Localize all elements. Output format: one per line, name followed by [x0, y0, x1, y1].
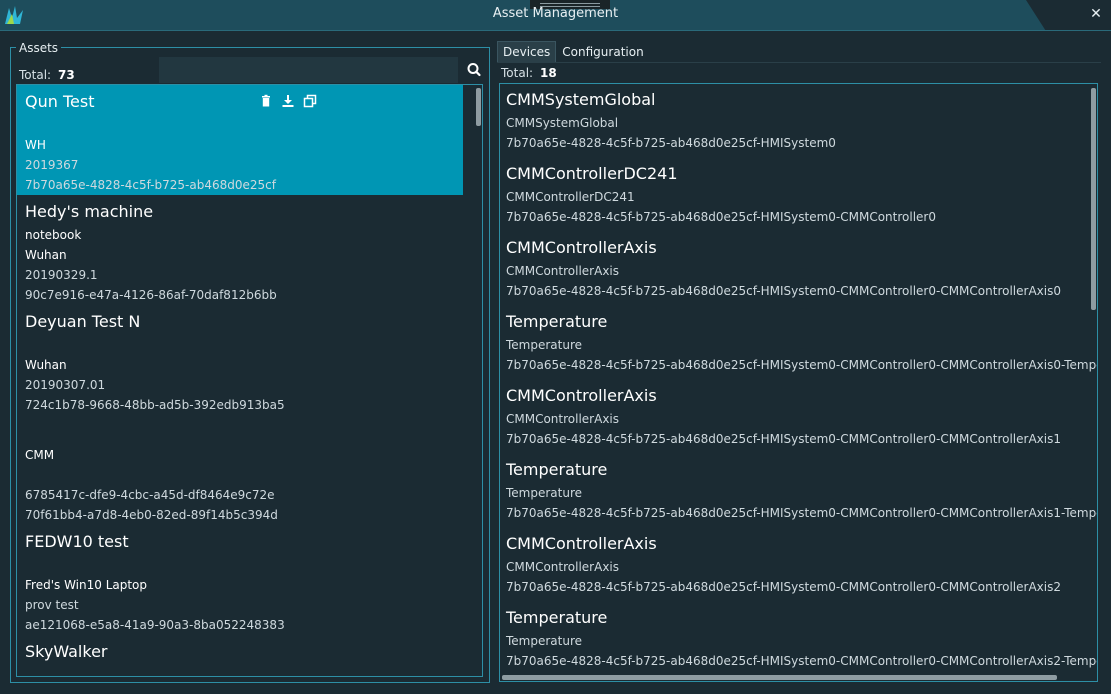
asset-item-cmm[interactable]: CMM 6785417c-dfe9-4cbc-a45d-df8464e9c72e… [17, 415, 482, 525]
device-type: Temperature [506, 338, 583, 352]
device-id: 7b70a65e-4828-4c5f-b725-ab468d0e25cf-HMI… [506, 136, 836, 150]
device-list[interactable]: CMMSystemGlobal CMMSystemGlobal 7b70a65e… [499, 83, 1098, 682]
asset-detail: 20190307.01 [25, 378, 106, 392]
download-icon [282, 95, 294, 107]
tab-bar: Devices Configuration [497, 41, 650, 63]
asset-detail [25, 335, 474, 355]
device-type: CMMControllerAxis [506, 264, 620, 278]
asset-item-deyuan-test-n[interactable]: Deyuan Test N Wuhan 20190307.01 724c1b78… [17, 305, 482, 415]
assets-total-label: Total: [19, 68, 52, 82]
device-item[interactable]: CMMControllerDC241 CMMControllerDC241 7b… [500, 158, 1097, 232]
asset-detail: 2019367 [25, 158, 79, 172]
asset-detail: Wuhan [25, 358, 67, 372]
asset-list[interactable]: Qun Test WH 2019367 7b70a65e-4828-4c5f-b… [16, 84, 483, 677]
device-item[interactable]: Temperature Temperature 7b70a65e-4828-4c… [500, 454, 1097, 528]
asset-item-qun-test[interactable]: Qun Test WH 2019367 7b70a65e-4828-4c5f-b… [17, 85, 463, 195]
device-item[interactable]: CMMControllerAxis CMMControllerAxis 7b70… [500, 528, 1097, 602]
device-name: CMMControllerDC241 [506, 164, 678, 183]
asset-name: Deyuan Test N [25, 312, 141, 331]
window-title: Asset Management [492, 6, 619, 21]
asset-name: FEDW10 test [25, 532, 129, 551]
asset-actions [259, 93, 317, 108]
device-type: Temperature [506, 634, 583, 648]
search-button[interactable] [460, 57, 488, 83]
device-list-vertical-scrollbar[interactable] [1091, 88, 1096, 310]
device-item[interactable]: CMMControllerAxis CMMControllerAxis 7b70… [500, 380, 1097, 454]
asset-detail: Fred's Win10 Laptop [25, 578, 148, 592]
device-id: 7b70a65e-4828-4c5f-b725-ab468d0e25cf-HMI… [506, 580, 1061, 594]
device-item[interactable]: CMMSystemGlobal CMMSystemGlobal 7b70a65e… [500, 84, 1097, 158]
assets-legend: Assets [16, 41, 62, 55]
tab-configuration[interactable]: Configuration [556, 41, 649, 63]
asset-detail: 724c1b78-9668-48bb-ad5b-392edb913ba5 [25, 398, 285, 412]
trash-icon [262, 94, 270, 107]
search-icon [467, 63, 481, 77]
search-input[interactable] [159, 57, 458, 83]
asset-detail: 20190329.1 [25, 268, 98, 282]
device-name: CMMControllerAxis [506, 386, 657, 405]
title-bar: Asset Management ✕ [0, 0, 1111, 31]
device-name: Temperature [506, 608, 608, 627]
asset-detail: 90c7e916-e47a-4126-86af-70daf812b6bb [25, 288, 277, 302]
download-button[interactable] [281, 93, 295, 107]
device-id: 7b70a65e-4828-4c5f-b725-ab468d0e25cf-HMI… [506, 284, 1061, 298]
device-type: CMMControllerAxis [506, 560, 620, 574]
device-id: 7b70a65e-4828-4c5f-b725-ab468d0e25cf-HMI… [506, 432, 1061, 446]
device-id: 7b70a65e-4828-4c5f-b725-ab468d0e25cf-HMI… [506, 506, 1098, 520]
asset-name [25, 415, 474, 445]
assets-total-value: 73 [58, 68, 75, 82]
asset-detail [25, 115, 455, 135]
asset-detail: 6785417c-dfe9-4cbc-a45d-df8464e9c72e [25, 488, 275, 502]
device-type: CMMControllerAxis [506, 412, 620, 426]
device-item[interactable]: CMMControllerAxis CMMControllerAxis 7b70… [500, 232, 1097, 306]
device-item[interactable]: Temperature Temperature 7b70a65e-4828-4c… [500, 602, 1097, 676]
device-id: 7b70a65e-4828-4c5f-b725-ab468d0e25cf-HMI… [506, 210, 936, 224]
asset-detail [25, 465, 474, 485]
delete-button[interactable] [259, 93, 273, 107]
asset-detail: ae121068-e5a8-41a9-90a3-8ba052248383 [25, 618, 285, 632]
asset-item-skywalker[interactable]: SkyWalker [17, 635, 482, 665]
asset-item-fedw10-test[interactable]: FEDW10 test Fred's Win10 Laptop prov tes… [17, 525, 482, 635]
device-name: Temperature [506, 312, 608, 331]
close-button[interactable]: ✕ [1081, 0, 1111, 30]
copy-icon [303, 94, 317, 108]
asset-name: SkyWalker [25, 642, 108, 661]
device-item[interactable]: Temperature Temperature 7b70a65e-4828-4c… [500, 306, 1097, 380]
asset-item-hedys-machine[interactable]: Hedy's machine notebook Wuhan 20190329.1… [17, 195, 482, 305]
device-type: CMMControllerDC241 [506, 190, 635, 204]
tab-divider [497, 62, 1101, 63]
asset-detail: 70f61bb4-a7d8-4eb0-82ed-89f14b5c394d [25, 508, 278, 522]
device-name: CMMControllerAxis [506, 534, 657, 553]
device-type: Temperature [506, 486, 583, 500]
asset-detail: Wuhan [25, 248, 67, 262]
device-name: CMMSystemGlobal [506, 90, 656, 109]
device-id: 7b70a65e-4828-4c5f-b725-ab468d0e25cf-HMI… [506, 654, 1098, 668]
asset-detail: 7b70a65e-4828-4c5f-b725-ab468d0e25cf [25, 178, 276, 192]
devices-total-value: 18 [540, 66, 557, 80]
asset-name: Qun Test [25, 92, 95, 111]
device-type: CMMSystemGlobal [506, 116, 619, 130]
asset-detail: notebook [25, 228, 82, 242]
devices-total-label: Total: [501, 66, 534, 80]
asset-detail: WH [25, 138, 46, 152]
asset-detail: prov test [25, 598, 79, 612]
device-name: Temperature [506, 460, 608, 479]
device-id: 7b70a65e-4828-4c5f-b725-ab468d0e25cf-HMI… [506, 358, 1098, 372]
asset-list-scrollbar[interactable] [476, 88, 481, 126]
tab-devices[interactable]: Devices [497, 41, 557, 63]
asset-detail: CMM [25, 448, 55, 462]
device-list-horizontal-scrollbar[interactable] [502, 675, 1057, 680]
device-name: CMMControllerAxis [506, 238, 657, 257]
copy-button[interactable] [303, 93, 317, 108]
asset-name: Hedy's machine [25, 202, 154, 221]
asset-detail [25, 555, 474, 575]
